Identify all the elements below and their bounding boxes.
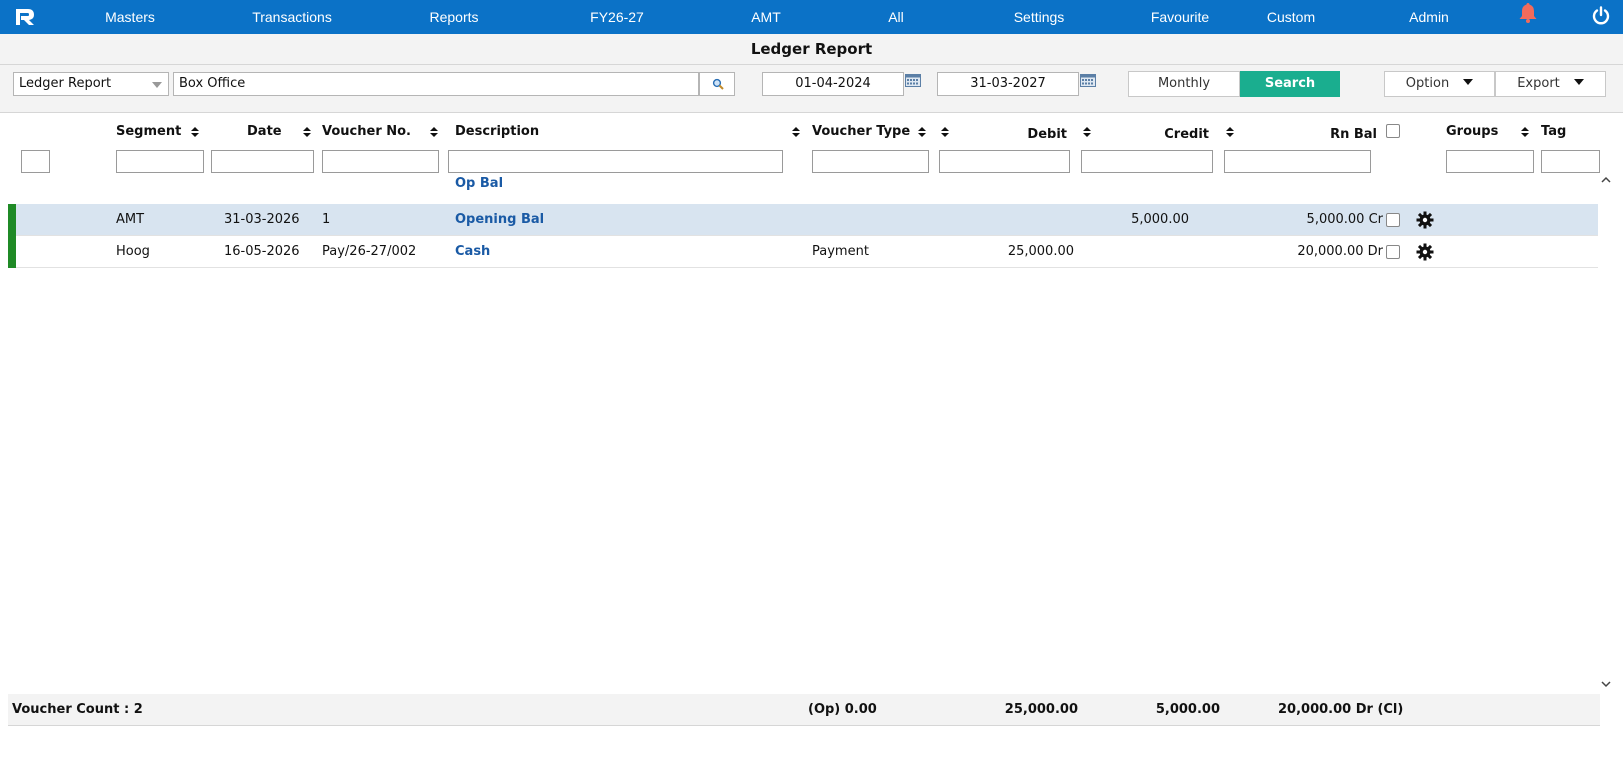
cell-segment: AMT — [116, 212, 145, 227]
report-type-select[interactable]: Ledger Report — [13, 72, 169, 96]
filter-debit-input[interactable] — [939, 150, 1070, 173]
row-indicator — [8, 204, 16, 236]
row-checkbox[interactable] — [1386, 213, 1400, 227]
col-header-description[interactable]: Description — [455, 124, 539, 139]
cell-date: 16-05-2026 — [224, 244, 300, 259]
sort-icon[interactable] — [941, 127, 949, 138]
from-date-input[interactable]: 01-04-2024 — [762, 72, 904, 96]
sort-icon[interactable] — [430, 127, 438, 138]
cell-rn-bal: 20,000.00 Dr — [1297, 244, 1383, 259]
debit-total: 25,000.00 — [1004, 702, 1078, 717]
sort-icon[interactable] — [792, 127, 800, 138]
table-row[interactable]: AMT 31-03-2026 1 Opening Bal 5,000.00 5,… — [8, 204, 1598, 236]
credit-total: 5,000.00 — [1155, 702, 1220, 717]
page-title: Ledger Report — [750, 40, 873, 58]
scroll-up-icon[interactable] — [1600, 174, 1612, 186]
opening-total: (Op) 0.00 — [808, 702, 877, 717]
magnifier-icon — [712, 78, 724, 90]
app-logo-icon[interactable] — [14, 7, 36, 27]
ledger-search-button[interactable] — [699, 72, 735, 96]
title-bar: Ledger Report — [0, 34, 1623, 65]
calendar-icon[interactable] — [1080, 74, 1096, 87]
top-nav-bar: Masters Transactions Reports FY26-27 AMT… — [0, 0, 1623, 34]
filter-segment-input[interactable] — [116, 150, 204, 173]
row-checkbox[interactable] — [1386, 245, 1400, 259]
closing-balance: 20,000.00 Dr (Cl) — [1278, 702, 1404, 717]
filter-voucher-no-input[interactable] — [322, 150, 439, 173]
report-toolbar: Ledger Report Box Office 01-04-2024 31-0… — [0, 65, 1623, 113]
col-header-credit[interactable]: Credit — [1120, 127, 1209, 142]
col-header-debit[interactable]: Debit — [980, 127, 1067, 142]
nav-fiscal-year[interactable]: FY26-27 — [590, 0, 644, 34]
export-dropdown[interactable]: Export — [1495, 71, 1606, 97]
sort-icon[interactable] — [1521, 127, 1529, 138]
nav-admin[interactable]: Admin — [1409, 0, 1449, 34]
nav-favourite[interactable]: Favourite — [1151, 0, 1209, 34]
filter-indicator-input[interactable] — [21, 150, 50, 173]
col-header-voucher-type[interactable]: Voucher Type — [812, 124, 910, 139]
cell-date: 31-03-2026 — [224, 212, 300, 227]
option-label: Option — [1405, 76, 1450, 91]
nav-custom[interactable]: Custom — [1267, 0, 1315, 34]
col-header-rn-bal[interactable]: Rn Bal — [1270, 127, 1377, 142]
bell-icon[interactable] — [1517, 2, 1539, 24]
cell-voucher-no: Pay/26-27/002 — [322, 244, 417, 259]
scroll-down-icon[interactable] — [1600, 678, 1612, 690]
row-indicator — [8, 236, 16, 268]
nav-amt[interactable]: AMT — [751, 0, 781, 34]
export-label: Export — [1517, 76, 1560, 91]
gear-icon[interactable] — [1416, 243, 1434, 261]
select-all-checkbox[interactable] — [1386, 124, 1400, 138]
filter-rn-bal-input[interactable] — [1224, 150, 1371, 173]
chevron-down-icon — [1463, 78, 1474, 85]
dropdown-arrow-icon — [152, 82, 162, 88]
cell-voucher-type: Payment — [812, 244, 869, 259]
power-icon[interactable] — [1591, 6, 1611, 26]
cell-credit: 5,000.00 — [1131, 212, 1189, 227]
cell-description-link[interactable]: Cash — [455, 244, 490, 259]
to-date-input[interactable]: 31-03-2027 — [937, 72, 1079, 96]
voucher-count: Voucher Count : 2 — [12, 702, 143, 717]
filter-date-input[interactable] — [211, 150, 314, 173]
monthly-button[interactable]: Monthly — [1128, 71, 1240, 97]
option-dropdown[interactable]: Option — [1384, 71, 1495, 97]
nav-masters[interactable]: Masters — [105, 0, 155, 34]
ledger-input[interactable]: Box Office — [173, 72, 699, 96]
sort-icon[interactable] — [303, 127, 311, 138]
nav-transactions[interactable]: Transactions — [252, 0, 332, 34]
nav-settings[interactable]: Settings — [1014, 0, 1065, 34]
nav-reports[interactable]: Reports — [429, 0, 478, 34]
sort-icon[interactable] — [1226, 127, 1234, 138]
chevron-down-icon — [1573, 78, 1584, 85]
calendar-icon[interactable] — [905, 74, 921, 87]
nav-all[interactable]: All — [888, 0, 904, 34]
sort-icon[interactable] — [191, 127, 199, 138]
gear-icon[interactable] — [1416, 211, 1434, 229]
sort-icon[interactable] — [918, 127, 926, 138]
filter-groups-input[interactable] — [1446, 150, 1534, 173]
cell-description-link[interactable]: Opening Bal — [455, 212, 544, 227]
filter-tag-input[interactable] — [1541, 150, 1600, 173]
cell-rn-bal: 5,000.00 Cr — [1306, 212, 1383, 227]
filter-voucher-type-input[interactable] — [812, 150, 929, 173]
col-header-voucher-no[interactable]: Voucher No. — [322, 124, 411, 139]
totals-footer: Voucher Count : 2 (Op) 0.00 25,000.00 5,… — [8, 694, 1600, 726]
table-row[interactable]: Hoog 16-05-2026 Pay/26-27/002 Cash Payme… — [8, 236, 1598, 268]
cell-voucher-no: 1 — [322, 212, 331, 227]
op-bal-label: Op Bal — [455, 176, 504, 191]
report-type-value: Ledger Report — [19, 76, 112, 91]
col-header-groups[interactable]: Groups — [1446, 124, 1498, 139]
filter-credit-input[interactable] — [1081, 150, 1213, 173]
col-header-tag[interactable]: Tag — [1541, 124, 1566, 139]
search-button[interactable]: Search — [1240, 71, 1340, 97]
col-header-segment[interactable]: Segment — [116, 124, 181, 139]
cell-segment: Hoog — [116, 244, 150, 259]
sort-icon[interactable] — [1083, 127, 1091, 138]
filter-description-input[interactable] — [448, 150, 783, 173]
cell-debit: 25,000.00 — [1007, 244, 1074, 259]
col-header-date[interactable]: Date — [247, 124, 282, 139]
